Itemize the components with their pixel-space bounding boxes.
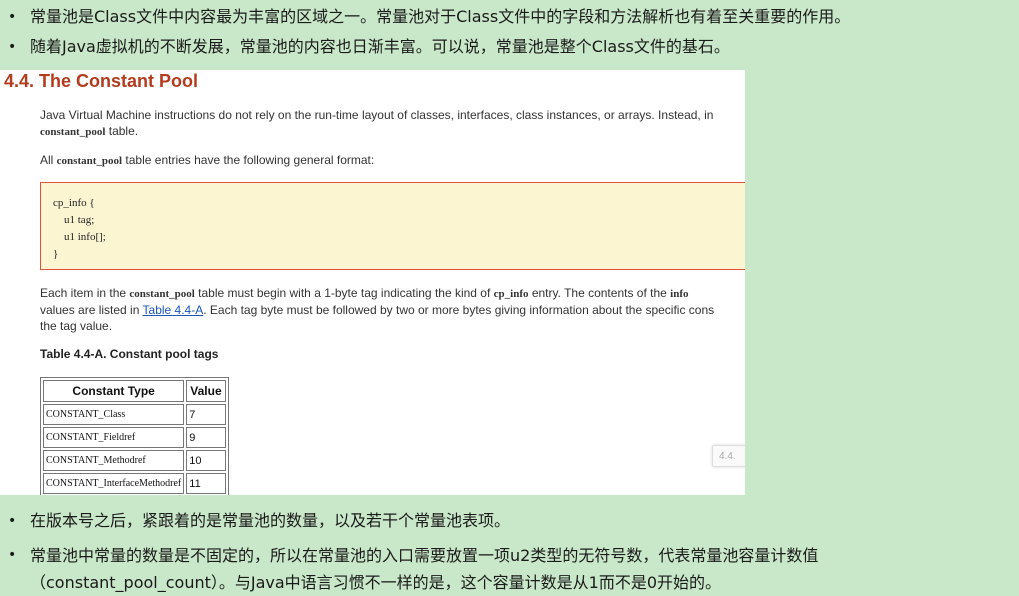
para3-text-f: the tag value. — [40, 319, 113, 333]
bullet-dot: • — [8, 547, 17, 563]
table-row: CONSTANT_Fieldref 9 — [43, 427, 226, 448]
bullet-text: 常量池是Class文件中内容最为丰富的区域之一。常量池对于Class文件中的字段… — [30, 7, 851, 26]
cp-info-code: cp_info { u1 tag; u1 info[]; } — [53, 197, 106, 260]
bullet-item-1: • 常量池是Class文件中内容最为丰富的区域之一。常量池对于Class文件中的… — [8, 4, 1013, 30]
bullet-text: 在版本号之后，紧跟着的是常量池的数量，以及若干个常量池表项。 — [30, 511, 511, 530]
column-header-constant-type: Constant Type — [43, 380, 185, 402]
constant-pool-tags-table: Constant Type Value CONSTANT_Class 7 CON… — [40, 377, 229, 495]
table-header-row: Constant Type Value — [43, 380, 226, 402]
constant-type-cell: CONSTANT_Class — [43, 404, 185, 425]
constant-type-cell: CONSTANT_Fieldref — [43, 427, 185, 448]
para3-text: Each item in the — [40, 286, 130, 300]
bullet-dot: • — [8, 9, 17, 25]
table-row: CONSTANT_Class 7 — [43, 404, 226, 425]
bullet-dot: • — [8, 39, 17, 55]
table-row: CONSTANT_Methodref 10 — [43, 450, 226, 471]
para1-text: Java Virtual Machine instructions do not… — [40, 108, 714, 122]
bullet-text: 常量池中常量的数量是不固定的，所以在常量池的入口需要放置一项u2类型的无符号数，… — [30, 546, 819, 592]
value-cell: 9 — [186, 427, 226, 448]
value-cell: 11 — [186, 473, 226, 494]
bullet-text: 随着Java虚拟机的不断发展，常量池的内容也日渐丰富。可以说，常量池是整个Cla… — [30, 37, 730, 56]
code-info: info — [670, 288, 689, 300]
para3-text-d: values are listed in — [40, 303, 143, 317]
code-constant-pool: constant_pool — [56, 155, 123, 167]
spec-paragraph-1: Java Virtual Machine instructions do not… — [40, 107, 745, 140]
bullet-item-2: • 随着Java虚拟机的不断发展，常量池的内容也日渐丰富。可以说，常量池是整个C… — [8, 34, 1013, 60]
constant-type-cell: CONSTANT_InterfaceMethodref — [43, 473, 185, 494]
para3-text-e: . Each tag byte must be followed by two … — [203, 303, 715, 317]
spec-paragraph-3: Each item in the constant_pool table mus… — [40, 285, 745, 334]
value-cell: 7 — [186, 404, 226, 425]
table-caption: Table 4.4-A. Constant pool tags — [40, 347, 219, 361]
value-cell: 10 — [186, 450, 226, 471]
bullet-item-4: • 常量池中常量的数量是不固定的，所以在常量池的入口需要放置一项u2类型的无符号… — [8, 542, 1013, 596]
para3-text-b: table must begin with a 1-byte tag indic… — [194, 286, 494, 300]
section-heading: 4.4. The Constant Pool — [4, 71, 199, 91]
table-row: CONSTANT_InterfaceMethodref 11 — [43, 473, 226, 494]
bullet-item-3: • 在版本号之后，紧跟着的是常量池的数量，以及若干个常量池表项。 — [8, 508, 1013, 534]
code-constant-pool: constant_pool — [129, 288, 195, 300]
para2-text: All — [40, 153, 57, 167]
spec-screenshot-panel: 4.4. The Constant Pool Java Virtual Mach… — [0, 70, 745, 495]
column-header-value: Value — [186, 380, 226, 402]
section-tooltip: 4.4. — [712, 445, 745, 467]
para3-text-c: entry. The contents of the — [528, 286, 671, 300]
table-4-4-a-link[interactable]: Table 4.4-A — [143, 303, 204, 317]
code-cp-info: cp_info — [493, 288, 529, 300]
code-constant-pool: constant_pool — [40, 126, 106, 138]
bullet-dot: • — [8, 513, 17, 529]
constant-type-cell: CONSTANT_Methodref — [43, 450, 185, 471]
para1-tail: table. — [105, 124, 139, 138]
spec-paragraph-2: All constant_pool table entries have the… — [40, 152, 745, 169]
para2-tail: table entries have the following general… — [122, 153, 375, 167]
code-block: cp_info { u1 tag; u1 info[]; } — [40, 182, 745, 270]
